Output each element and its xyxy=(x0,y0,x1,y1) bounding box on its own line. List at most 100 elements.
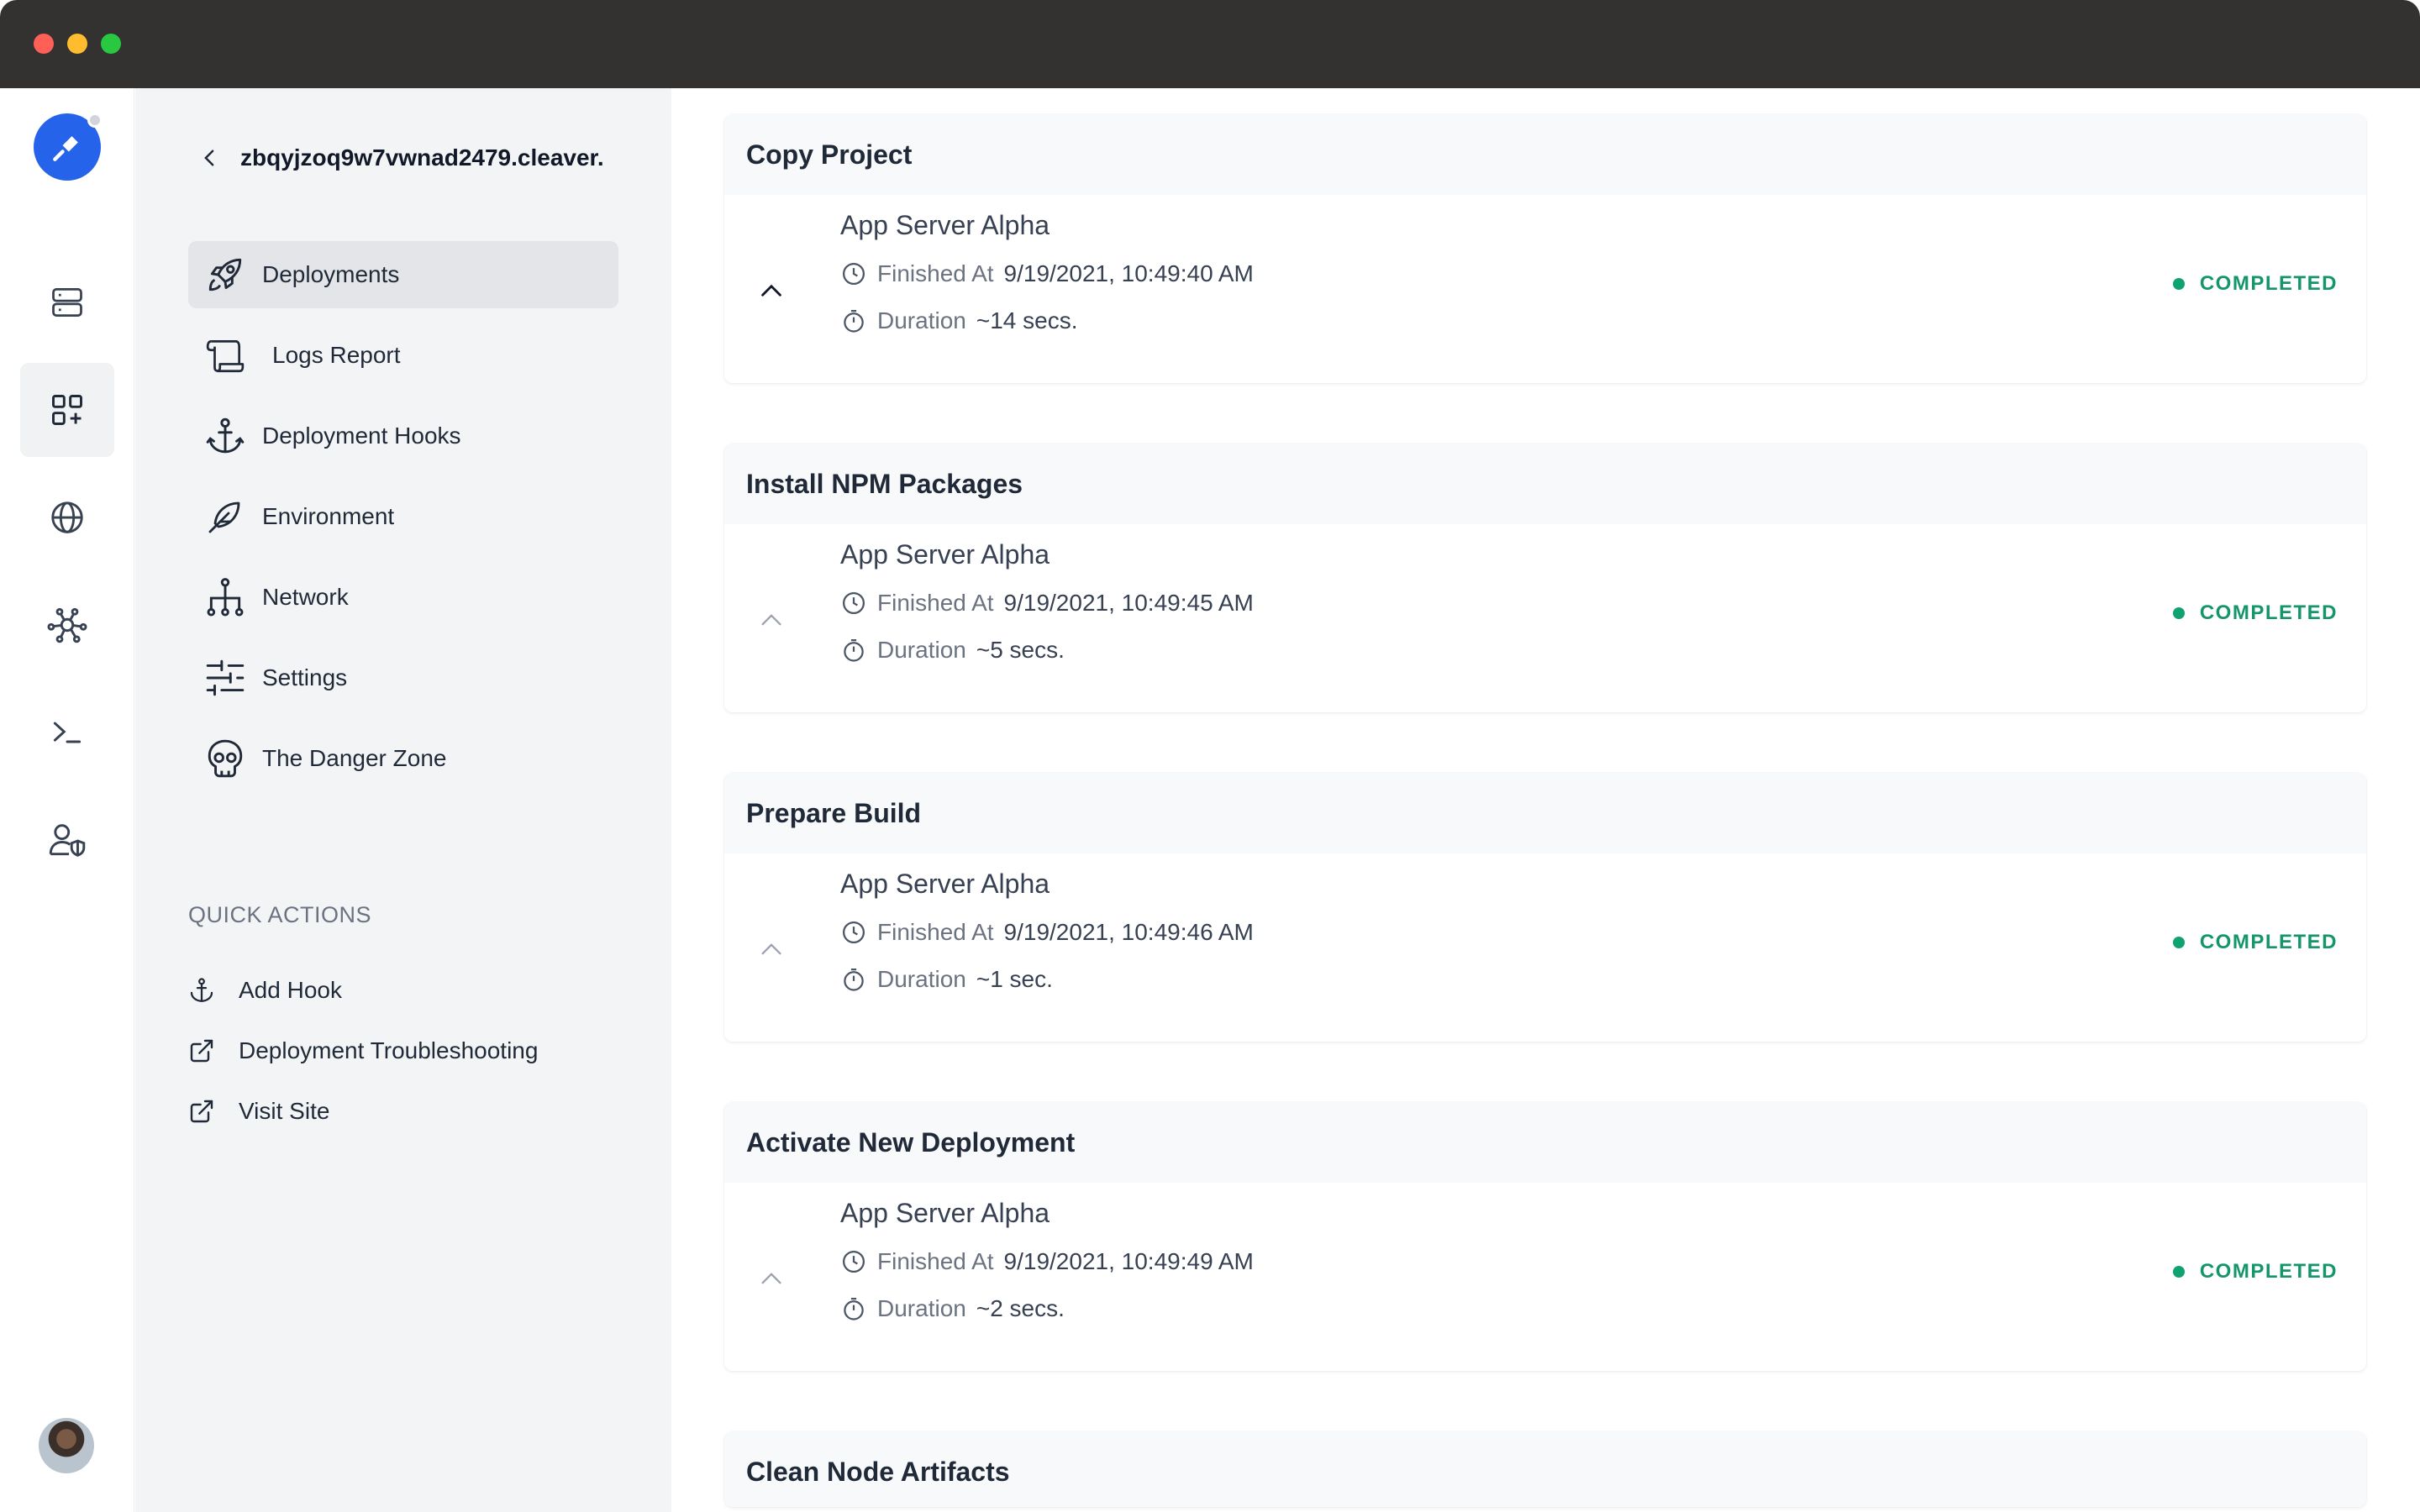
rail-terminal[interactable] xyxy=(20,685,114,780)
finished-at-row: Finished At 9/19/2021, 10:49:45 AM xyxy=(840,590,1254,617)
finished-at-label: Finished At xyxy=(877,590,994,616)
external-link-icon xyxy=(187,1096,217,1126)
close-window-button[interactable] xyxy=(34,34,54,54)
sidebar-item-settings[interactable]: Settings xyxy=(188,644,618,711)
status-badge: COMPLETED xyxy=(2172,1260,2338,1284)
status-dot xyxy=(87,113,103,128)
deployment-step-card: Activate New Deployment App Server Alpha… xyxy=(724,1102,2366,1371)
project-name: zbqyjzoq9w7vwnad2479.cleaver. xyxy=(240,144,604,171)
chevron-left-icon[interactable] xyxy=(202,149,217,167)
duration-row: Duration ~5 secs. xyxy=(840,637,1065,664)
status-text: COMPLETED xyxy=(2199,272,2338,295)
server-name: App Server Alpha xyxy=(840,869,1050,899)
finished-at-label: Finished At xyxy=(877,919,994,945)
apps-add-icon xyxy=(52,395,82,425)
sidebar-item-label: Network xyxy=(262,584,349,610)
quick-actions-title: QUICK ACTIONS xyxy=(188,902,372,927)
collapse-chevron-icon[interactable] xyxy=(756,605,786,635)
step-body: App Server Alpha Finished At 9/19/2021, … xyxy=(724,524,2366,712)
deployment-steps-panel: Copy Project App Server Alpha Finished A… xyxy=(672,88,2420,1512)
minimize-window-button[interactable] xyxy=(67,34,87,54)
user-avatar[interactable] xyxy=(39,1418,94,1473)
deployment-step-card: Install NPM Packages App Server Alpha Fi… xyxy=(724,444,2366,712)
duration-row: Duration ~2 secs. xyxy=(840,1295,1065,1322)
rail-servers[interactable] xyxy=(20,255,114,349)
quick-action-deployment-troubleshooting[interactable]: Deployment Troubleshooting xyxy=(187,1032,538,1069)
sidebar-item-deployments[interactable]: Deployments xyxy=(188,241,618,308)
scroll-icon xyxy=(200,330,250,381)
finished-at-row: Finished At 9/19/2021, 10:49:46 AM xyxy=(840,919,1254,946)
duration-value: ~1 sec. xyxy=(976,966,1053,992)
step-title: Clean Node Artifacts xyxy=(724,1431,2366,1507)
quick-action-label: Deployment Troubleshooting xyxy=(239,1037,539,1063)
duration-value: ~14 secs. xyxy=(976,307,1078,333)
duration-row: Duration ~14 secs. xyxy=(840,307,1077,334)
duration-label: Duration xyxy=(877,307,966,333)
deployment-step-card: Clean Node Artifacts xyxy=(724,1431,2366,1507)
server-name: App Server Alpha xyxy=(840,210,1050,240)
server-name: App Server Alpha xyxy=(840,539,1050,570)
sidebar-item-danger-zone[interactable]: The Danger Zone xyxy=(188,725,618,792)
status-text: COMPLETED xyxy=(2199,931,2338,953)
rail-domains[interactable] xyxy=(20,470,114,564)
window-titlebar xyxy=(0,0,2420,88)
network-nodes-icon xyxy=(47,607,87,643)
rail-sites[interactable] xyxy=(20,363,114,457)
status-badge: COMPLETED xyxy=(2172,601,2338,625)
status-badge: COMPLETED xyxy=(2172,931,2338,954)
step-body: App Server Alpha Finished At 9/19/2021, … xyxy=(724,1183,2366,1371)
collapse-chevron-icon[interactable] xyxy=(756,276,786,306)
step-title: Prepare Build xyxy=(724,773,2366,853)
status-badge: COMPLETED xyxy=(2172,272,2338,296)
status-dot xyxy=(2172,1266,2185,1278)
finished-at-row: Finished At 9/19/2021, 10:49:40 AM xyxy=(840,260,1254,287)
sidebar-item-label: Deployment Hooks xyxy=(262,423,461,449)
finished-at-value: 9/19/2021, 10:49:49 AM xyxy=(1003,1248,1254,1274)
collapse-chevron-icon[interactable] xyxy=(756,1263,786,1294)
duration-label: Duration xyxy=(877,1295,966,1321)
status-dot xyxy=(2172,278,2185,290)
finished-at-label: Finished At xyxy=(877,1248,994,1274)
maximize-window-button[interactable] xyxy=(101,34,121,54)
collapse-chevron-icon[interactable] xyxy=(756,934,786,964)
step-body: App Server Alpha Finished At 9/19/2021, … xyxy=(724,195,2366,383)
quick-action-label: Visit Site xyxy=(239,1098,330,1124)
sidebar-item-label: Settings xyxy=(262,664,348,690)
sidebar-item-label: Logs Report xyxy=(272,342,401,368)
skull-icon xyxy=(200,733,250,784)
deployment-step-card: Prepare Build App Server Alpha Finished … xyxy=(724,773,2366,1042)
clock-icon xyxy=(840,919,867,946)
server-icon xyxy=(52,288,82,317)
clock-icon xyxy=(840,260,867,287)
duration-row: Duration ~1 sec. xyxy=(840,966,1053,993)
quick-action-visit-site[interactable]: Visit Site xyxy=(187,1093,329,1130)
project-header[interactable]: zbqyjzoq9w7vwnad2479.cleaver. xyxy=(202,139,604,176)
status-text: COMPLETED xyxy=(2199,1260,2338,1283)
stopwatch-icon xyxy=(840,637,867,664)
server-name: App Server Alpha xyxy=(840,1198,1050,1228)
clock-icon xyxy=(840,590,867,617)
stopwatch-icon xyxy=(840,1295,867,1322)
sidebar-item-environment[interactable]: Environment xyxy=(188,483,618,550)
finished-at-value: 9/19/2021, 10:49:40 AM xyxy=(1003,260,1254,286)
sidebar-item-deployment-hooks[interactable]: Deployment Hooks xyxy=(188,402,618,470)
duration-label: Duration xyxy=(877,637,966,663)
sliders-icon xyxy=(200,653,250,703)
step-title: Install NPM Packages xyxy=(724,444,2366,524)
sidebar-item-logs-report[interactable]: Logs Report xyxy=(188,322,618,389)
rail-team[interactable] xyxy=(20,793,114,887)
terminal-icon xyxy=(53,722,82,743)
step-body: App Server Alpha Finished At 9/19/2021, … xyxy=(724,853,2366,1042)
anchor-icon xyxy=(187,975,217,1005)
finished-at-value: 9/19/2021, 10:49:45 AM xyxy=(1003,590,1254,616)
logo-icon xyxy=(53,136,78,161)
rail-network[interactable] xyxy=(20,578,114,672)
status-dot xyxy=(2172,937,2185,948)
finished-at-value: 9/19/2021, 10:49:46 AM xyxy=(1003,919,1254,945)
user-shield-icon xyxy=(49,824,86,857)
external-link-icon xyxy=(187,1036,217,1066)
status-text: COMPLETED xyxy=(2199,601,2338,624)
sidebar-item-network[interactable]: Network xyxy=(188,564,618,631)
quick-action-add-hook[interactable]: Add Hook xyxy=(187,972,342,1009)
status-dot xyxy=(2172,607,2185,619)
